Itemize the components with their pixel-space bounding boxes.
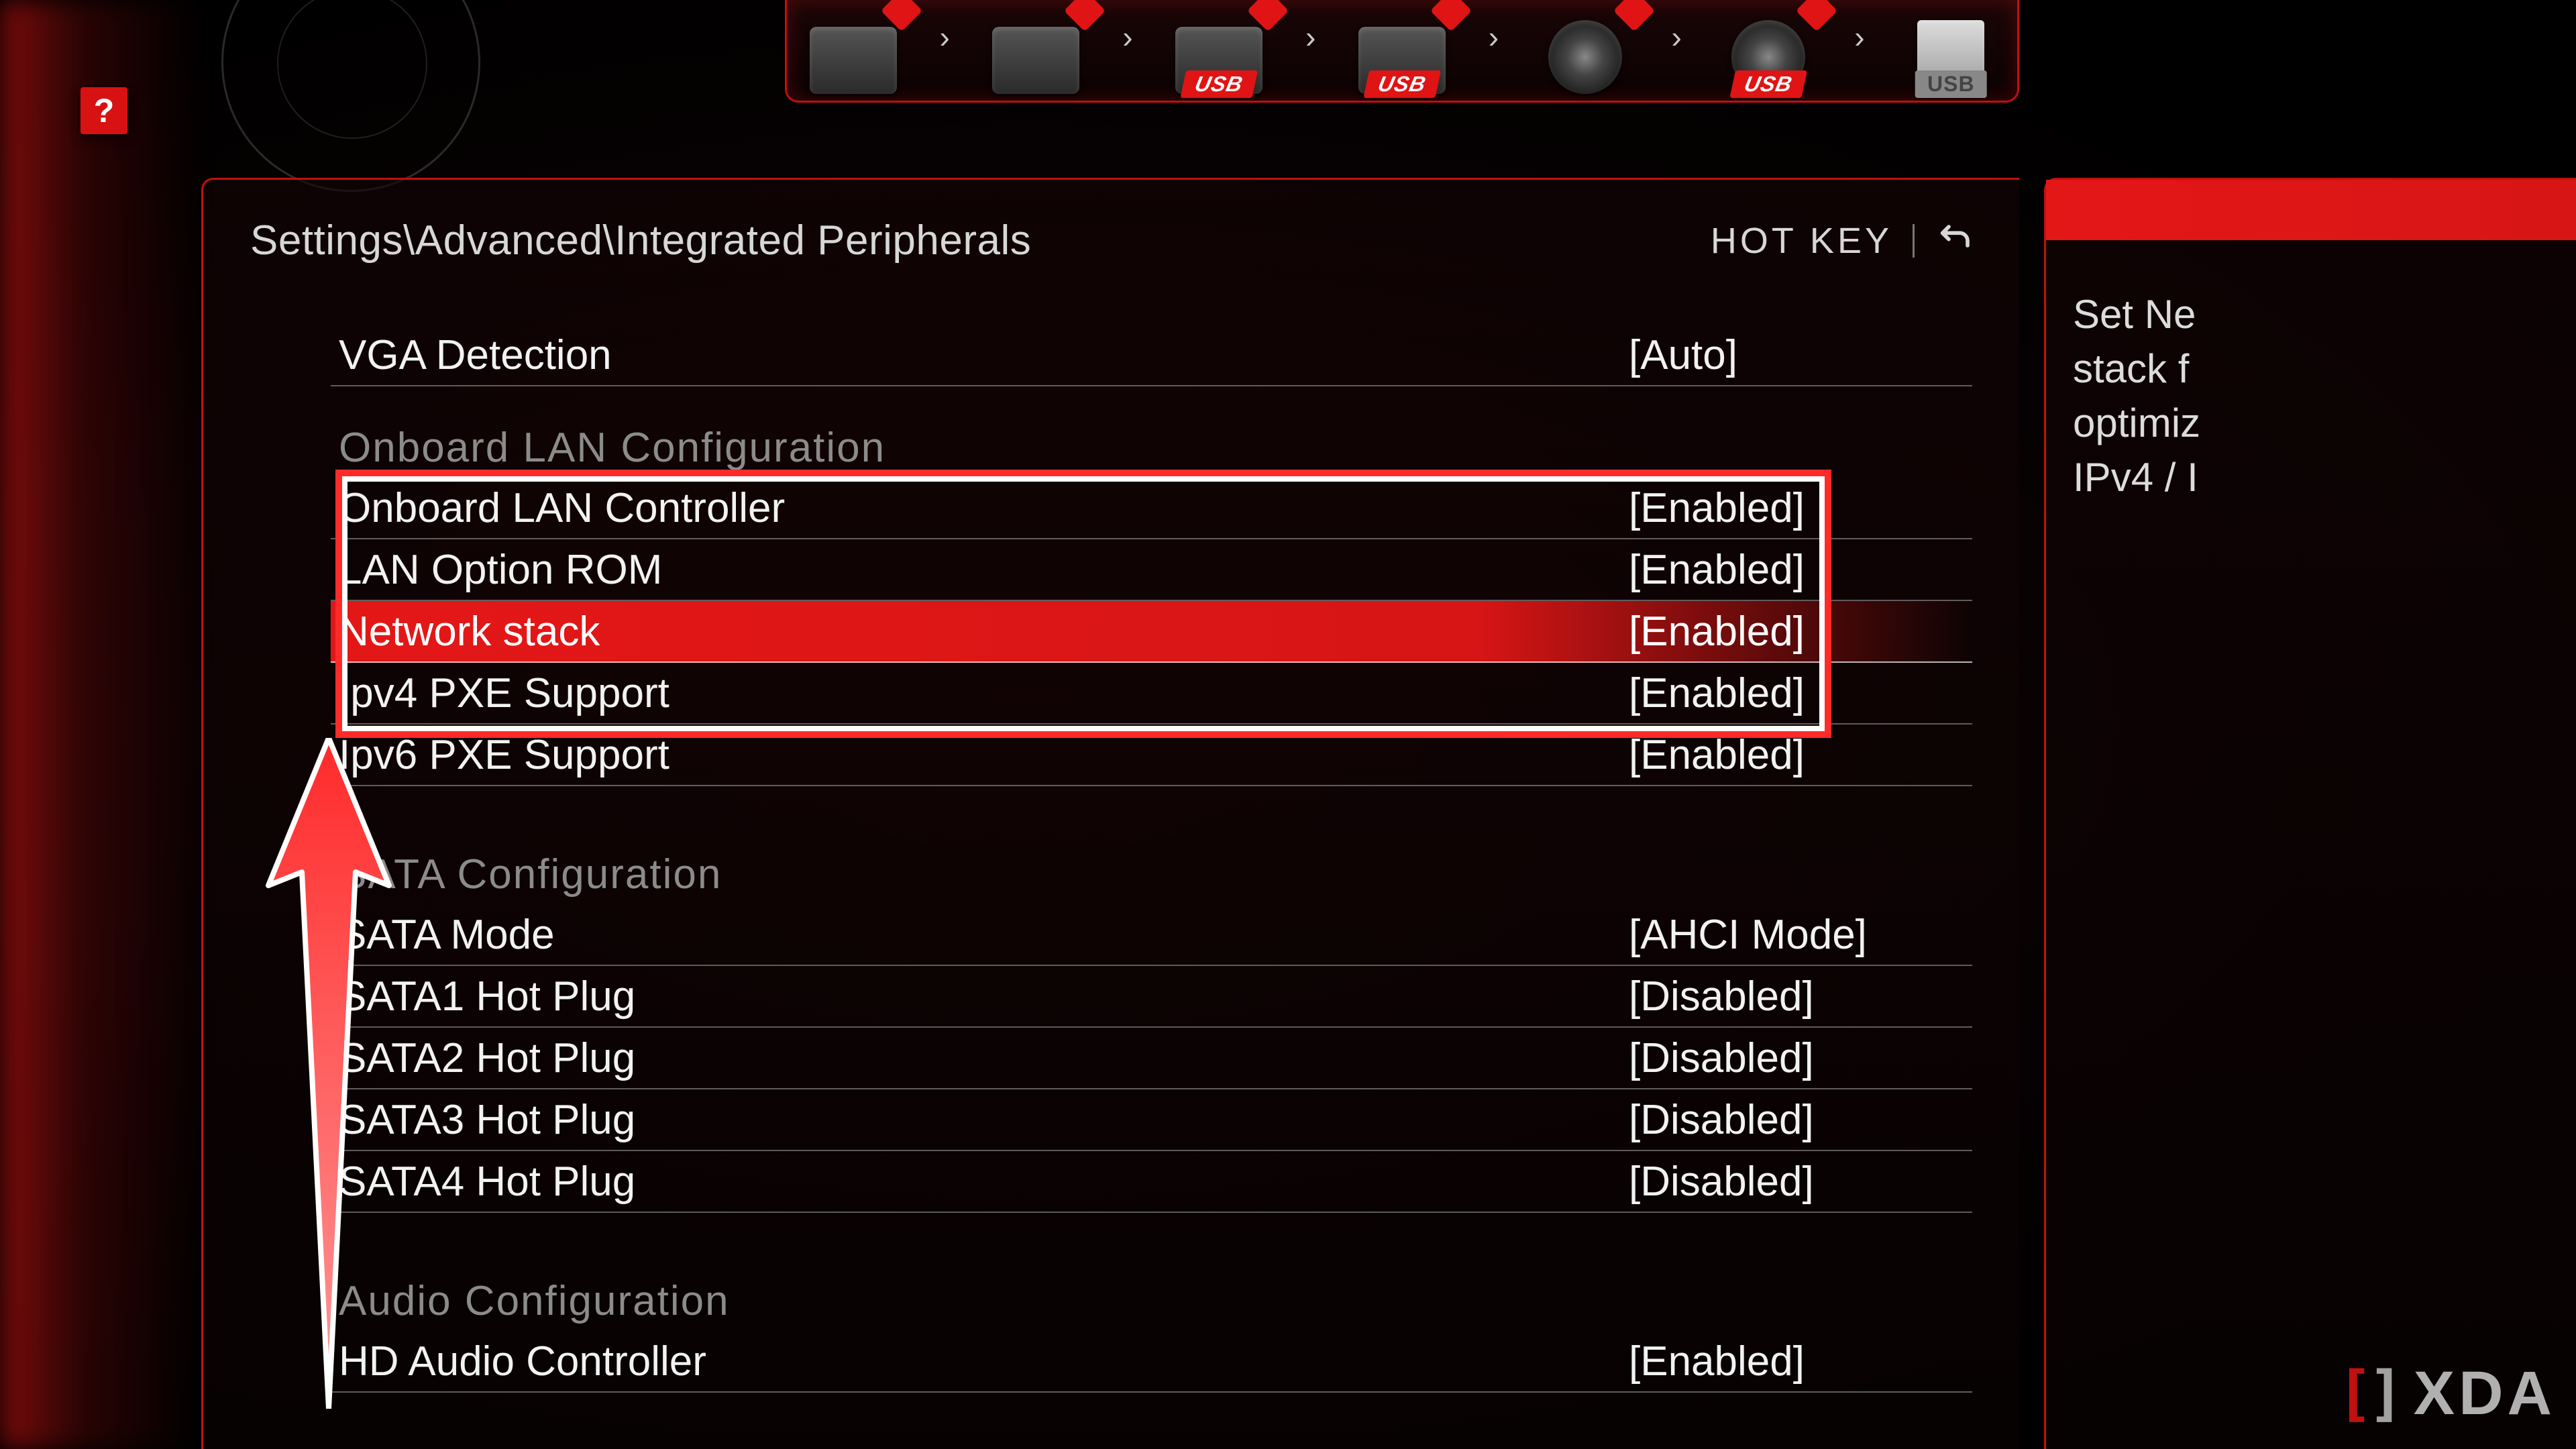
setting-label: LAN Option ROM <box>339 546 1629 594</box>
setting-value: [Disabled] <box>1629 1158 1964 1205</box>
boot-device[interactable]: USB <box>1173 13 1265 94</box>
setting-label: SATA4 Hot Plug <box>339 1158 1629 1205</box>
boot-device[interactable]: USB <box>1356 13 1448 94</box>
setting-value: [Enabled] <box>1629 669 1964 717</box>
setting-row[interactable]: SATA4 Hot Plug[Disabled] <box>331 1151 1972 1213</box>
boot-device[interactable] <box>1539 13 1631 94</box>
boot-order-strip: › › USB › USB › › USB › USB <box>785 0 2019 103</box>
boot-separator-icon: › <box>939 19 949 55</box>
setting-row[interactable]: HD Audio Controller[Enabled] <box>331 1331 1972 1393</box>
boot-separator-icon: › <box>1854 19 1864 55</box>
setting-row[interactable]: SATA Mode[AHCI Mode] <box>331 904 1972 966</box>
boot-device[interactable] <box>807 13 899 94</box>
hotkey-area: HOT KEY <box>1711 217 1972 264</box>
help-button[interactable]: ? <box>80 87 127 134</box>
setting-value: [Auto] <box>1629 331 1964 379</box>
boot-active-marker-icon <box>1796 0 1837 32</box>
settings-list: VGA Detection[Auto] Onboard LAN Configura… <box>331 325 1972 1393</box>
help-panel-text: Set Ne stack f optimiz IPv4 / I <box>2046 240 2576 504</box>
setting-label: Ipv4 PXE Support <box>339 669 1629 717</box>
section-header: Audio Configuration <box>331 1271 1972 1331</box>
setting-value: [Disabled] <box>1629 1034 1964 1082</box>
setting-row[interactable]: Ipv4 PXE Support[Enabled] <box>331 663 1972 724</box>
setting-value: [Enabled] <box>1629 608 1964 655</box>
boot-device[interactable] <box>990 13 1082 94</box>
setting-label: SATA Configuration <box>339 851 1964 898</box>
setting-value: [Enabled] <box>1629 731 1964 779</box>
xda-text: XDA <box>2414 1358 2556 1429</box>
setting-row[interactable]: LAN Option ROM[Enabled] <box>331 539 1972 601</box>
setting-label: Ipv6 PXE Support <box>339 731 1629 779</box>
section-header: SATA Configuration <box>331 844 1972 904</box>
boot-device[interactable]: USB <box>1905 13 1997 94</box>
back-icon[interactable] <box>1935 217 1972 264</box>
hotkey-divider <box>1913 224 1915 258</box>
setting-row[interactable]: Onboard LAN Controller[Enabled] <box>331 478 1972 539</box>
hotkey-label[interactable]: HOT KEY <box>1711 220 1892 262</box>
setting-row[interactable]: Network stack[Enabled] <box>331 601 1972 663</box>
setting-value: [Disabled] <box>1629 973 1964 1020</box>
setting-row[interactable]: VGA Detection[Auto] <box>331 325 1972 386</box>
setting-label: HD Audio Controller <box>339 1338 1629 1385</box>
hdd-device-icon <box>992 27 1079 94</box>
disc-device-icon <box>1548 20 1622 94</box>
setting-value: [Enabled] <box>1629 484 1964 532</box>
xda-watermark: [] XDA <box>2337 1358 2556 1429</box>
boot-device[interactable]: USB <box>1722 13 1814 94</box>
boot-separator-icon: › <box>1489 19 1499 55</box>
setting-label: Onboard LAN Controller <box>339 484 1629 532</box>
lan-device-icon <box>810 27 897 94</box>
setting-value: [Enabled] <box>1629 546 1964 594</box>
boot-separator-icon: › <box>1305 19 1316 55</box>
usb-tag: USB <box>1181 70 1258 98</box>
row-spacer <box>331 786 1972 813</box>
setting-row[interactable]: Ipv6 PXE Support[Enabled] <box>331 724 1972 786</box>
setting-label: SATA Mode <box>339 911 1629 959</box>
left-glow <box>0 0 201 1449</box>
setting-row[interactable]: SATA2 Hot Plug[Disabled] <box>331 1028 1972 1089</box>
xda-logo-icon: [] <box>2337 1358 2398 1429</box>
setting-value: [Disabled] <box>1629 1096 1964 1144</box>
breadcrumb: Settings\Advanced\Integrated Peripherals <box>250 217 1031 264</box>
setting-label: SATA2 Hot Plug <box>339 1034 1629 1082</box>
section-header: Onboard LAN Configuration <box>331 417 1972 478</box>
boot-separator-icon: › <box>1672 19 1682 55</box>
setting-value: [AHCI Mode] <box>1629 911 1964 959</box>
setting-label: Onboard LAN Configuration <box>339 424 1964 472</box>
setting-label: Network stack <box>339 608 1629 655</box>
setting-label: Audio Configuration <box>339 1277 1964 1325</box>
setting-label: VGA Detection <box>339 331 1629 379</box>
boot-separator-icon: › <box>1122 19 1132 55</box>
row-spacer <box>331 1213 1972 1240</box>
help-panel: Set Ne stack f optimiz IPv4 / I <box>2044 178 2576 1449</box>
setting-value: [Enabled] <box>1629 1338 1964 1385</box>
usb-tag: USB <box>1729 70 1807 98</box>
settings-panel: Settings\Advanced\Integrated Peripherals… <box>201 178 2019 1449</box>
usb-tag: USB <box>1363 70 1440 98</box>
setting-row[interactable]: SATA3 Hot Plug[Disabled] <box>331 1089 1972 1151</box>
setting-label: SATA3 Hot Plug <box>339 1096 1629 1144</box>
cpu-gauge-icon <box>221 0 480 192</box>
help-panel-header <box>2046 180 2576 240</box>
usb-tag: USB <box>1915 70 1987 98</box>
boot-active-marker-icon <box>1613 0 1654 32</box>
setting-row[interactable]: SATA1 Hot Plug[Disabled] <box>331 966 1972 1028</box>
setting-label: SATA1 Hot Plug <box>339 973 1629 1020</box>
